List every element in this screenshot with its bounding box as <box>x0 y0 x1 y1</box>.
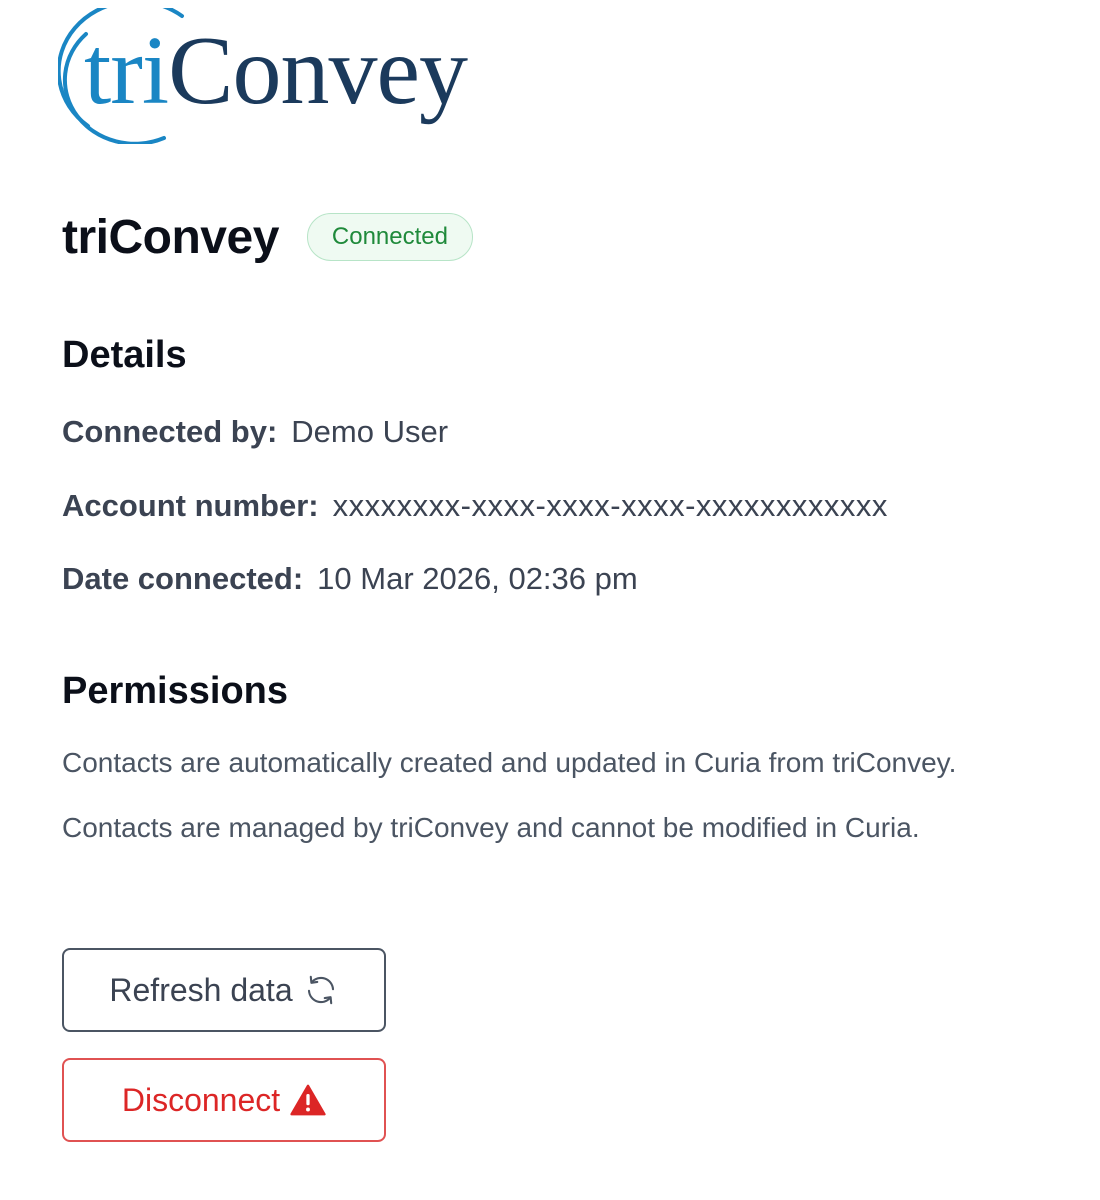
detail-connected-by: Connected by: Demo User <box>62 414 448 450</box>
details-heading: Details <box>62 334 187 376</box>
logo-convey: Convey <box>168 17 468 125</box>
title-row: triConvey Connected <box>62 205 473 269</box>
connected-by-label: Connected by: <box>62 414 278 449</box>
permissions-heading: Permissions <box>62 670 288 712</box>
detail-date-connected: Date connected: 10 Mar 2026, 02:36 pm <box>62 561 638 597</box>
logo-tri: tri <box>84 17 169 125</box>
status-badge: Connected <box>306 213 473 261</box>
connected-by-value: Demo User <box>291 414 449 449</box>
disconnect-label: Disconnect <box>121 1081 281 1118</box>
brand-logo: triConvey <box>58 8 478 144</box>
date-connected-label: Date connected: <box>62 561 304 596</box>
detail-account-number: Account number: xxxxxxxx-xxxx-xxxx-xxxx-x… <box>62 488 888 524</box>
refresh-icon <box>303 972 339 1008</box>
refresh-data-button[interactable]: Refresh data <box>62 948 386 1032</box>
account-number-value: xxxxxxxx-xxxx-xxxx-xxxx-xxxxxxxxxxxx <box>332 488 888 523</box>
account-number-label: Account number: <box>62 488 319 523</box>
date-connected-value: 10 Mar 2026, 02:36 pm <box>317 561 638 596</box>
page-title: triConvey <box>62 210 279 264</box>
permission-line-1: Contacts are automatically created and u… <box>62 747 957 778</box>
refresh-data-label: Refresh data <box>109 971 293 1008</box>
warning-icon <box>290 1083 326 1117</box>
disconnect-button[interactable]: Disconnect <box>62 1058 386 1142</box>
logo-wordmark: triConvey <box>84 22 468 120</box>
permission-line-2: Contacts are managed by triConvey and ca… <box>62 812 920 843</box>
